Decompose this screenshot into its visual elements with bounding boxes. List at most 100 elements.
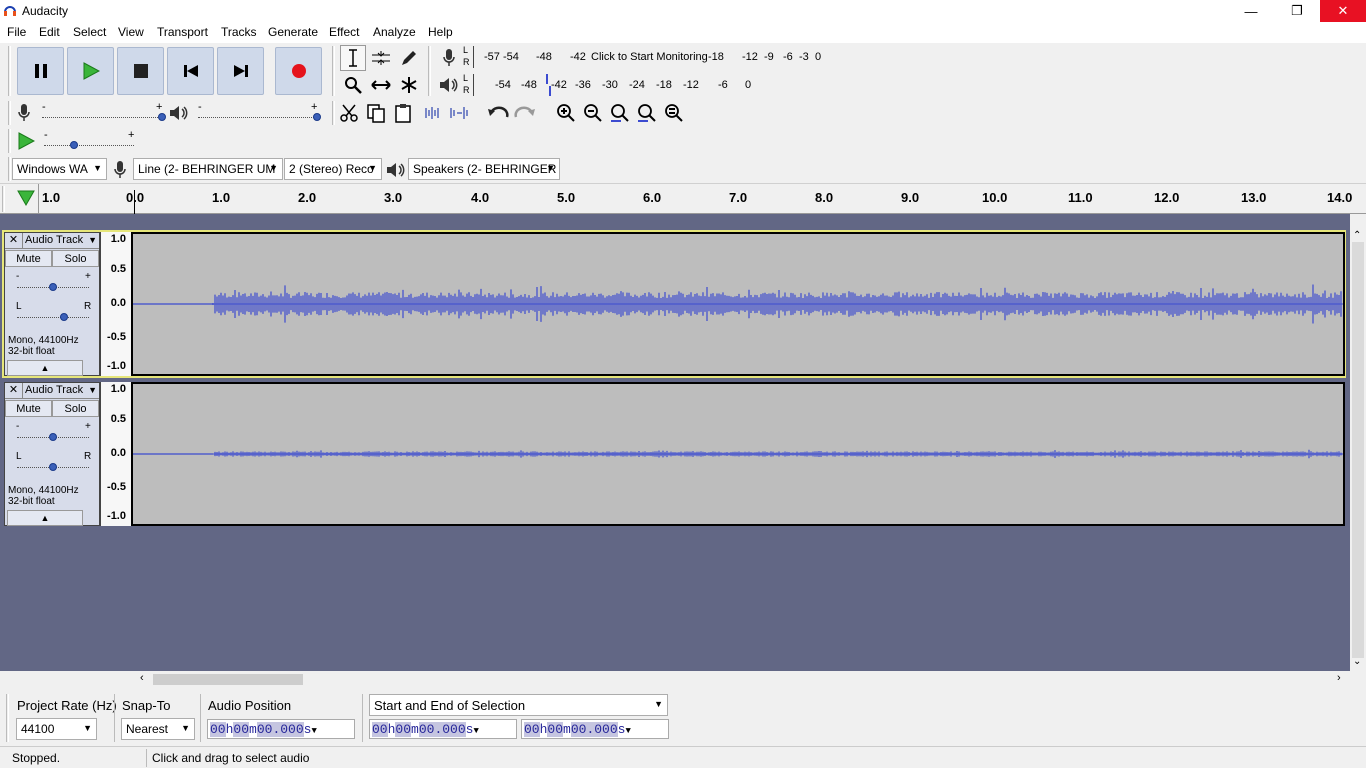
track-name-bar[interactable]: ✕ Audio Track ▼ xyxy=(5,383,99,399)
waveform-track-2[interactable] xyxy=(131,382,1345,526)
solo-button[interactable]: Solo xyxy=(52,250,99,267)
scroll-left-icon[interactable]: ‹ xyxy=(140,672,144,684)
pan-slider[interactable] xyxy=(17,317,89,318)
menu-tracks[interactable]: Tracks xyxy=(221,25,257,39)
track-close-button[interactable]: ✕ xyxy=(5,383,23,398)
pinned-play-head-icon[interactable] xyxy=(16,189,36,207)
chevron-down-icon[interactable]: ▼ xyxy=(473,726,478,736)
toolbar-grip[interactable] xyxy=(8,129,11,153)
draw-tool-button[interactable] xyxy=(396,45,422,71)
track-name[interactable]: Audio Track xyxy=(25,384,83,396)
redo-button[interactable] xyxy=(512,100,538,126)
toolbar-grip[interactable] xyxy=(428,46,431,96)
track-name[interactable]: Audio Track xyxy=(25,234,83,246)
pause-button[interactable] xyxy=(17,47,64,95)
timeline-ruler[interactable]: 1.0 0.0 1.0 2.0 3.0 4.0 5.0 6.0 7.0 8.0 … xyxy=(0,184,1366,214)
recording-device-select[interactable]: Line (2- BEHRINGER UM ▼ xyxy=(133,158,283,180)
amplitude-ruler[interactable]: 1.0 0.5 0.0 -0.5 -1.0 xyxy=(100,232,131,376)
chevron-down-icon[interactable]: ▼ xyxy=(625,726,630,736)
record-button[interactable] xyxy=(275,47,322,95)
toolbar-grip[interactable] xyxy=(8,46,11,96)
menu-transport[interactable]: Transport xyxy=(157,25,208,39)
toolbar-grip[interactable] xyxy=(8,101,11,125)
vertical-scrollbar[interactable]: ⌃ ⌄ xyxy=(1350,230,1366,671)
menu-generate[interactable]: Generate xyxy=(268,25,318,39)
pan-knob[interactable] xyxy=(49,463,57,471)
horizontal-scroll-thumb[interactable] xyxy=(153,674,303,685)
selection-end-field[interactable]: 00h00m00.000s▼ xyxy=(521,719,669,739)
track-close-button[interactable]: ✕ xyxy=(5,233,23,248)
playback-speed-slider[interactable] xyxy=(44,145,134,146)
recording-volume-slider[interactable] xyxy=(42,117,162,118)
toolbar-grip[interactable] xyxy=(6,694,9,742)
cut-button[interactable] xyxy=(336,100,362,126)
mute-button[interactable]: Mute xyxy=(5,250,52,267)
recording-channels-select[interactable]: 2 (Stereo) Reco ▼ xyxy=(284,158,382,180)
menu-effect[interactable]: Effect xyxy=(329,25,359,39)
skip-to-start-button[interactable] xyxy=(167,47,214,95)
scroll-right-icon[interactable]: › xyxy=(1337,672,1341,684)
play-meter-button[interactable] xyxy=(436,72,462,98)
fit-project-button[interactable] xyxy=(634,100,660,126)
menu-analyze[interactable]: Analyze xyxy=(373,25,416,39)
playback-meter[interactable]: -54 -48 -42 -36 -30 -24 -18 -12 -6 0 xyxy=(473,74,756,96)
play-at-speed-button[interactable] xyxy=(13,128,39,154)
collapse-track-button[interactable]: ▲ xyxy=(7,510,83,526)
gain-knob[interactable] xyxy=(49,283,57,291)
waveform-track-1[interactable] xyxy=(131,232,1345,376)
trim-audio-button[interactable] xyxy=(418,100,444,126)
menu-help[interactable]: Help xyxy=(428,25,453,39)
restore-button[interactable]: ❐ xyxy=(1274,0,1320,22)
selection-start-field[interactable]: 00h00m00.000s▼ xyxy=(369,719,517,739)
project-rate-select[interactable]: 44100 ▼ xyxy=(16,718,97,740)
toolbar-grip[interactable] xyxy=(332,101,335,125)
scroll-down-icon[interactable]: ⌄ xyxy=(1353,656,1361,667)
amplitude-ruler[interactable]: 1.0 0.5 0.0 -0.5 -1.0 xyxy=(100,382,131,526)
close-button[interactable]: ✕ xyxy=(1320,0,1366,22)
track-control-panel[interactable]: ✕ Audio Track ▼ Mute Solo - + L R Mono, … xyxy=(4,232,100,376)
zoom-in-button[interactable] xyxy=(553,100,579,126)
slider-knob[interactable] xyxy=(158,113,166,121)
track-canvas[interactable]: ✕ Audio Track ▼ Mute Solo - + L R Mono, … xyxy=(0,214,1350,671)
mute-button[interactable]: Mute xyxy=(5,400,52,417)
minimize-button[interactable]: — xyxy=(1228,0,1274,22)
playback-device-select[interactable]: Speakers (2- BEHRINGER ▼ xyxy=(408,158,560,180)
vertical-scroll-thumb[interactable] xyxy=(1352,242,1364,658)
slider-knob[interactable] xyxy=(313,113,321,121)
stop-button[interactable] xyxy=(117,47,164,95)
zoom-toggle-button[interactable] xyxy=(661,100,687,126)
playback-volume-slider[interactable] xyxy=(198,117,316,118)
copy-button[interactable] xyxy=(363,100,389,126)
track-control-panel[interactable]: ✕ Audio Track ▼ Mute Solo - + L R Mono, … xyxy=(4,382,100,526)
fit-selection-button[interactable] xyxy=(607,100,633,126)
record-meter[interactable]: -57 -54 -48 -42 Click to Start Monitorin… xyxy=(473,46,825,68)
skip-to-end-button[interactable] xyxy=(217,47,264,95)
pan-knob[interactable] xyxy=(60,313,68,321)
undo-button[interactable] xyxy=(485,100,511,126)
gain-knob[interactable] xyxy=(49,433,57,441)
menu-file[interactable]: File xyxy=(7,25,26,39)
envelope-tool-button[interactable] xyxy=(368,45,394,71)
play-button[interactable] xyxy=(67,47,114,95)
audio-position-field[interactable]: 00h00m00.000s▼ xyxy=(207,719,355,739)
menu-view[interactable]: View xyxy=(118,25,144,39)
slider-knob[interactable] xyxy=(70,141,78,149)
snap-to-select[interactable]: Nearest ▼ xyxy=(121,718,195,740)
menu-select[interactable]: Select xyxy=(73,25,106,39)
multi-tool-button[interactable] xyxy=(396,72,422,98)
chevron-down-icon[interactable]: ▼ xyxy=(88,235,97,245)
menu-edit[interactable]: Edit xyxy=(39,25,60,39)
collapse-track-button[interactable]: ▲ xyxy=(7,360,83,376)
horizontal-scrollbar[interactable]: ‹ › xyxy=(0,671,1350,688)
chevron-down-icon[interactable]: ▼ xyxy=(88,385,97,395)
chevron-down-icon[interactable]: ▼ xyxy=(311,726,316,736)
selection-tool-button[interactable] xyxy=(340,45,366,71)
paste-button[interactable] xyxy=(390,100,416,126)
solo-button[interactable]: Solo xyxy=(52,400,99,417)
selection-mode-select[interactable]: Start and End of Selection ▼ xyxy=(369,694,668,716)
scroll-up-icon[interactable]: ⌃ xyxy=(1353,230,1361,241)
zoom-tool-button[interactable] xyxy=(340,72,366,98)
zoom-out-button[interactable] xyxy=(580,100,606,126)
toolbar-grip[interactable] xyxy=(8,157,11,181)
track-name-bar[interactable]: ✕ Audio Track ▼ xyxy=(5,233,99,249)
